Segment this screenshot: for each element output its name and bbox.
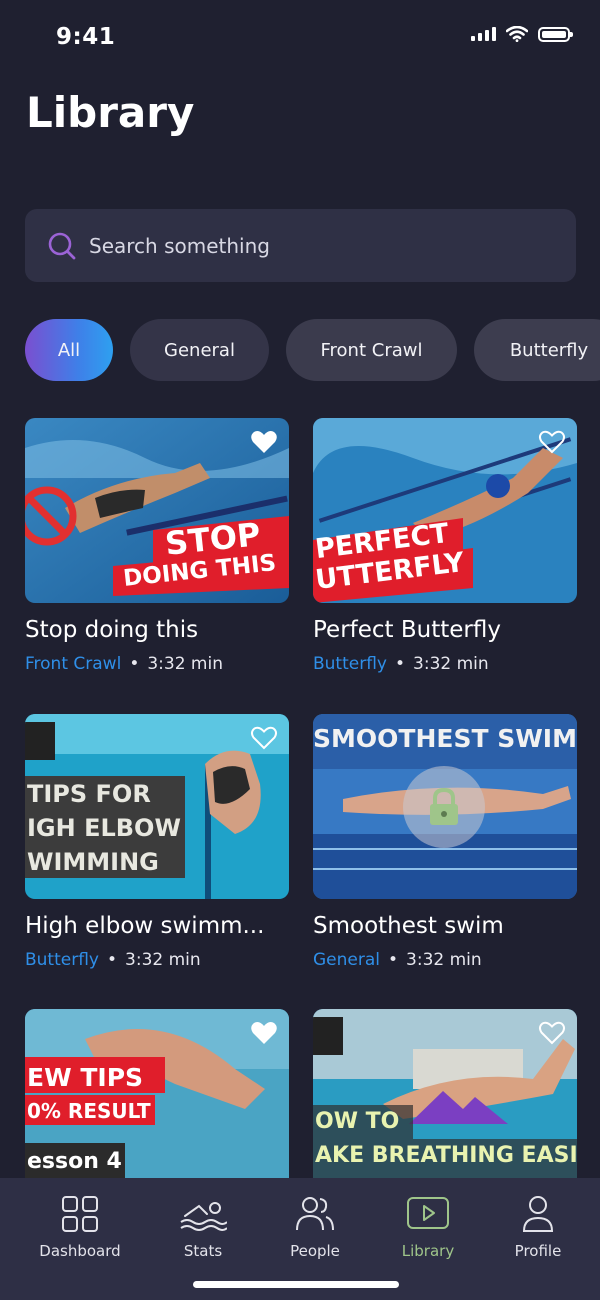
nav-label: Profile (514, 1242, 562, 1260)
filter-chip-butterfly[interactable]: Butterfly (474, 319, 600, 381)
video-duration: 3:32 min (147, 654, 223, 674)
video-thumbnail[interactable]: EW TIPS 0% RESULT esson 4 (25, 1009, 289, 1194)
heart-filled-icon[interactable] (250, 1020, 278, 1046)
meta-separator: • (388, 950, 399, 970)
page-title: Library (26, 88, 195, 137)
video-thumbnail[interactable]: PERFECT UTTERFLY (313, 418, 577, 603)
video-meta: General • 3:32 min (313, 950, 482, 970)
nav-item-stats[interactable]: Stats (148, 1194, 258, 1260)
thumbnail-caption: AKE BREATHING EASIE (315, 1143, 577, 1168)
video-card-locked[interactable]: SMOOTHEST SWIM Smoothest swim General • 3:… (313, 714, 577, 970)
nav-label: Dashboard (39, 1242, 121, 1260)
filter-chip-general[interactable]: General (130, 319, 269, 381)
thumbnail-caption: WIMMING (27, 848, 159, 876)
video-duration: 3:32 min (406, 950, 482, 970)
thumbnail-caption: EW TIPS (27, 1063, 144, 1092)
meta-separator: • (129, 654, 140, 674)
thumbnail-caption: SMOOTHEST SWIM (313, 724, 577, 753)
meta-separator: • (395, 654, 406, 674)
video-thumbnail[interactable]: STOP DOING THIS (25, 418, 289, 603)
status-time: 9:41 (56, 24, 116, 50)
thumbnail-caption: esson 4 (27, 1149, 122, 1174)
video-category[interactable]: Front Crawl (25, 654, 121, 674)
grid-icon (62, 1196, 98, 1232)
nav-item-profile[interactable]: Profile (483, 1194, 593, 1260)
nav-item-people[interactable]: People (260, 1194, 370, 1260)
video-title: High elbow swimm... (25, 913, 265, 939)
home-indicator (193, 1281, 399, 1288)
thumbnail-caption: IGH ELBOW (27, 814, 181, 842)
people-icon (296, 1197, 334, 1231)
video-duration: 3:32 min (413, 654, 489, 674)
video-title: Smoothest swim (313, 913, 504, 939)
heart-outline-icon[interactable] (538, 1020, 566, 1046)
status-icons (471, 26, 573, 42)
video-thumbnail[interactable]: OW TO AKE BREATHING EASIE (313, 1009, 577, 1194)
filter-chip-all[interactable]: All (25, 319, 113, 381)
video-meta: Butterfly • 3:32 min (25, 950, 201, 970)
filter-chips: All General Front Crawl Butterfly (25, 319, 600, 381)
nav-item-dashboard[interactable]: Dashboard (25, 1194, 135, 1260)
nav-label: Stats (183, 1242, 223, 1260)
video-meta: Front Crawl • 3:32 min (25, 654, 223, 674)
play-icon (407, 1197, 449, 1229)
swimmer-icon (180, 1202, 227, 1231)
video-thumbnail[interactable]: SMOOTHEST SWIM (313, 714, 577, 899)
heart-outline-icon[interactable] (538, 429, 566, 455)
thumbnail-caption: 0% RESULT (27, 1099, 151, 1123)
locked-badge (403, 766, 485, 848)
user-icon (522, 1196, 554, 1232)
search-bar[interactable] (25, 209, 576, 282)
search-input[interactable] (87, 232, 576, 259)
wifi-icon (506, 26, 528, 42)
heart-outline-icon[interactable] (250, 725, 278, 751)
video-card[interactable]: OW TO AKE BREATHING EASIE (313, 1009, 577, 1194)
thumbnail-caption: OW TO (315, 1109, 400, 1134)
video-title: Stop doing this (25, 617, 199, 643)
battery-icon (538, 26, 573, 42)
search-icon (48, 232, 76, 259)
video-category[interactable]: General (313, 950, 380, 970)
nav-label: People (290, 1242, 340, 1260)
video-title: Perfect Butterfly (313, 617, 501, 643)
video-card[interactable]: TIPS FOR IGH ELBOW WIMMING High elbow sw… (25, 714, 289, 970)
lock-icon (430, 787, 458, 825)
video-meta: Butterfly • 3:32 min (313, 654, 489, 674)
filter-chip-front-crawl[interactable]: Front Crawl (286, 319, 457, 381)
meta-separator: • (107, 950, 118, 970)
heart-filled-icon[interactable] (250, 429, 278, 455)
thumbnail-caption: TIPS FOR (27, 780, 151, 808)
nav-item-library[interactable]: Library (373, 1194, 483, 1260)
video-card[interactable]: EW TIPS 0% RESULT esson 4 (25, 1009, 289, 1194)
video-category[interactable]: Butterfly (313, 654, 387, 674)
video-thumbnail[interactable]: TIPS FOR IGH ELBOW WIMMING (25, 714, 289, 899)
nav-label: Library (401, 1242, 455, 1260)
video-card[interactable]: STOP DOING THIS Stop doing this Front Cr… (25, 418, 289, 674)
video-duration: 3:32 min (125, 950, 201, 970)
status-bar: 9:41 (0, 0, 600, 80)
signal-icon (471, 27, 496, 41)
video-category[interactable]: Butterfly (25, 950, 99, 970)
video-card[interactable]: PERFECT UTTERFLY Perfect Butterfly Butte… (313, 418, 577, 674)
